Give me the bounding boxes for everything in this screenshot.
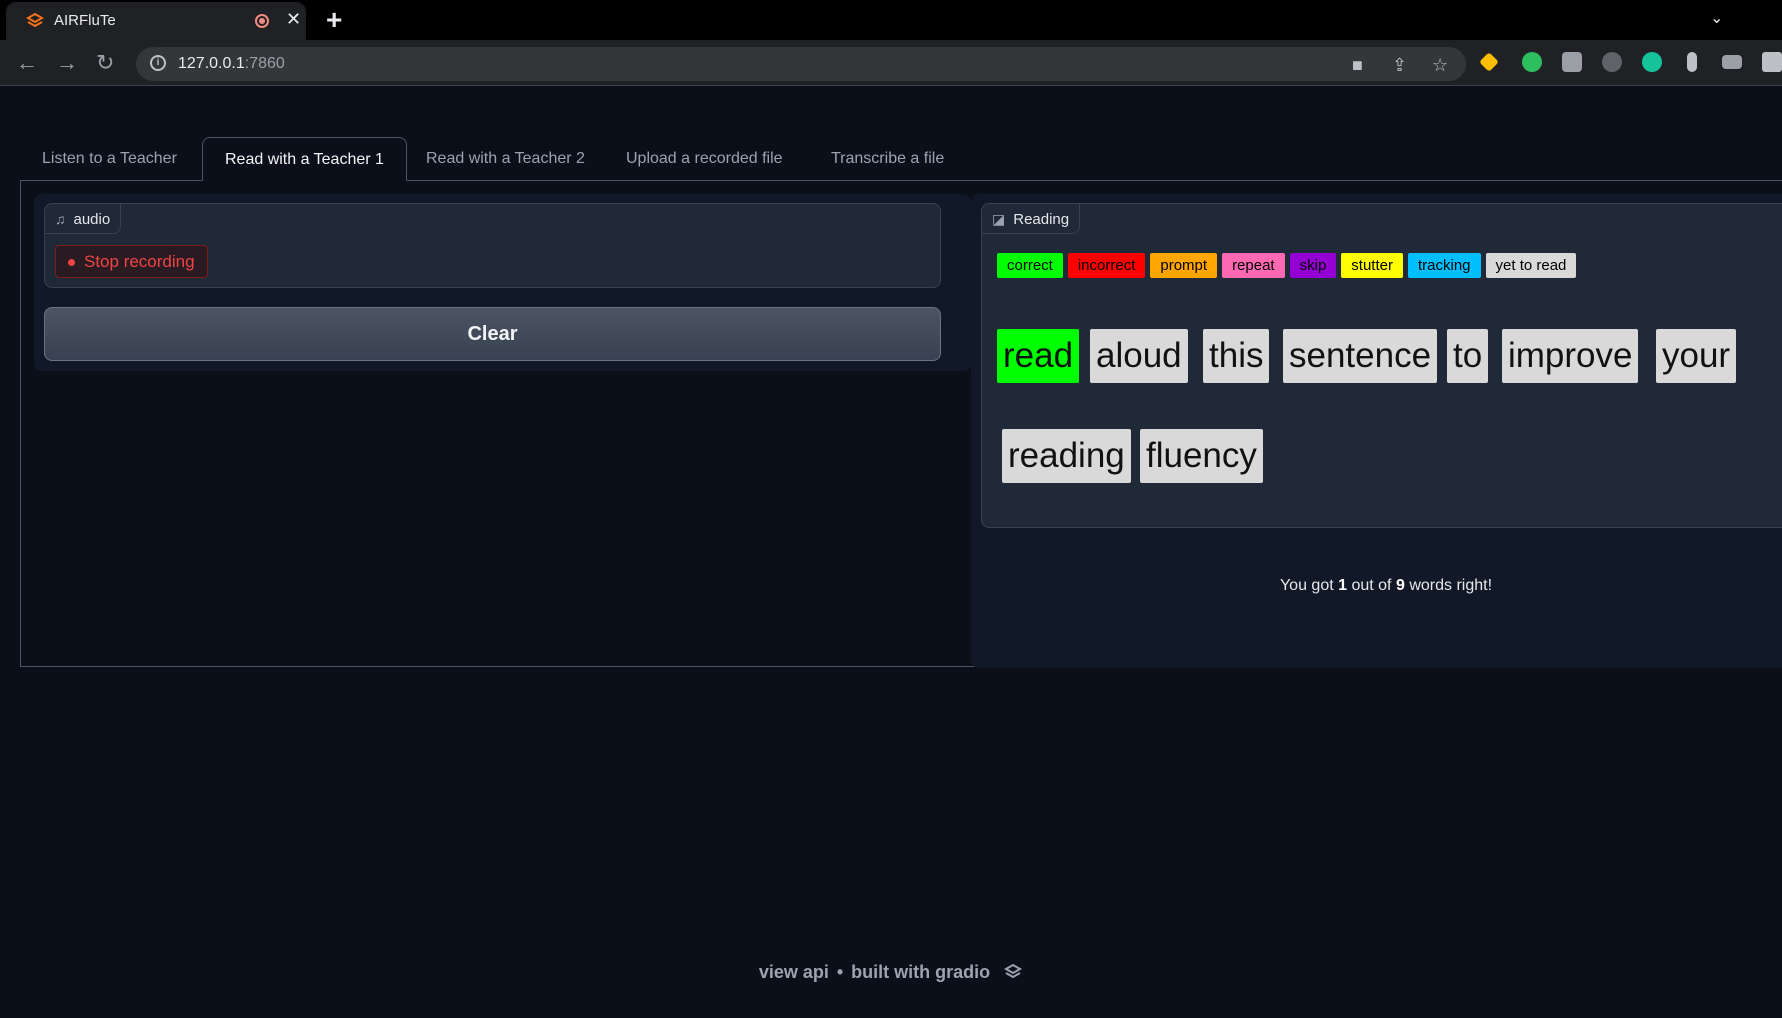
browser-toolbar: ← → ↻ i 127.0.0.1:7860 ■ ⇪ ☆ [0,40,1782,86]
tab-upload-a-recorded-file[interactable]: Upload a recorded file [604,137,805,181]
share-icon[interactable]: ⇪ [1392,55,1407,76]
browser-tab-title: AIRFluTe [54,12,116,29]
tab-read-with-a-teacher-2[interactable]: Read with a Teacher 2 [404,137,607,181]
bookmark-star-icon[interactable]: ☆ [1432,55,1448,76]
gradio-logo-icon [1004,963,1023,979]
recording-indicator-icon [255,14,269,28]
tab-search-chevron-icon[interactable]: ⌄ [1710,8,1723,28]
legend-stutter: stutter [1341,253,1403,278]
audio-label: ♫ audio [45,204,122,234]
word-token: fluency [1140,429,1263,483]
grammarly-extension-icon[interactable] [1642,52,1662,72]
browser-tabstrip: AIRFluTe ✕ + ⌄ [0,0,1782,40]
gradio-footer: view api • built with gradio [0,962,1782,983]
tab-read-with-a-teacher-1[interactable]: Read with a Teacher 1 [202,137,407,181]
reading-component: ◪ Reading correct incorrect prompt repeat… [981,203,1782,528]
screenshot-extension-icon[interactable] [1562,52,1582,72]
legend-skip: skip [1289,253,1337,278]
site-info-icon[interactable]: i [150,55,166,71]
tab-listen-to-a-teacher[interactable]: Listen to a Teacher [20,137,199,181]
evernote-extension-icon[interactable] [1522,52,1542,72]
word-token: improve [1502,329,1639,383]
url-text: 127.0.0.1:7860 [178,55,285,72]
legend-correct: correct [997,253,1063,278]
reading-column: ◪ Reading correct incorrect prompt repeat… [971,194,1782,668]
legend-repeat: repeat [1222,253,1285,278]
word-token: to [1447,329,1489,383]
legend-prompt: prompt [1150,253,1218,278]
text-highlight-icon: ◪ [992,211,1006,227]
address-bar[interactable]: i 127.0.0.1:7860 ■ ⇪ ☆ [136,47,1466,81]
audio-column: ♫ audio Stop recording Clear [34,194,971,371]
legend-tracking: tracking [1407,253,1481,278]
stop-recording-button[interactable]: Stop recording [55,245,208,278]
reading-label: ◪ Reading [982,204,1081,234]
word-token: aloud [1090,329,1188,383]
media-extension-icon[interactable] [1722,55,1742,69]
microphone-icon[interactable] [1687,52,1697,72]
highlighter-extension-icon[interactable] [1479,52,1499,72]
word-token: reading [1002,429,1131,483]
extensions-puzzle-icon[interactable] [1762,52,1782,72]
reading-legend: correct incorrect prompt repeat skip stu… [997,253,1577,278]
new-tab-button[interactable]: + [326,4,342,36]
browser-tab[interactable]: AIRFluTe ✕ [6,2,306,40]
legend-yet-to-read: yet to read [1485,253,1577,278]
tab-panel: ♫ audio Stop recording Clear ◪ Reading cor… [20,180,1782,668]
extension-icon[interactable] [1602,52,1622,72]
clear-button[interactable]: Clear [44,307,941,361]
close-tab-icon[interactable]: ✕ [286,9,301,30]
word-token: read [997,329,1080,383]
legend-incorrect: incorrect [1067,253,1146,278]
music-note-icon: ♫ [55,211,66,227]
tab-transcribe-a-file[interactable]: Transcribe a file [809,137,966,181]
reload-icon[interactable]: ↻ [96,50,114,76]
built-with-gradio-link[interactable]: built with gradio [851,962,990,982]
camera-icon[interactable]: ■ [1352,55,1363,76]
forward-arrow-icon[interactable]: → [56,50,78,76]
gradio-favicon-icon [26,12,44,28]
word-token: sentence [1283,329,1438,383]
score-message: You got 1 out of 9 words right! [1279,577,1493,594]
back-arrow-icon[interactable]: ← [16,50,38,76]
audio-component: ♫ audio Stop recording [44,203,941,288]
footer-separator: • [836,962,844,982]
word-token: this [1203,329,1270,383]
word-token: your [1656,329,1737,383]
view-api-link[interactable]: view api [759,962,829,982]
